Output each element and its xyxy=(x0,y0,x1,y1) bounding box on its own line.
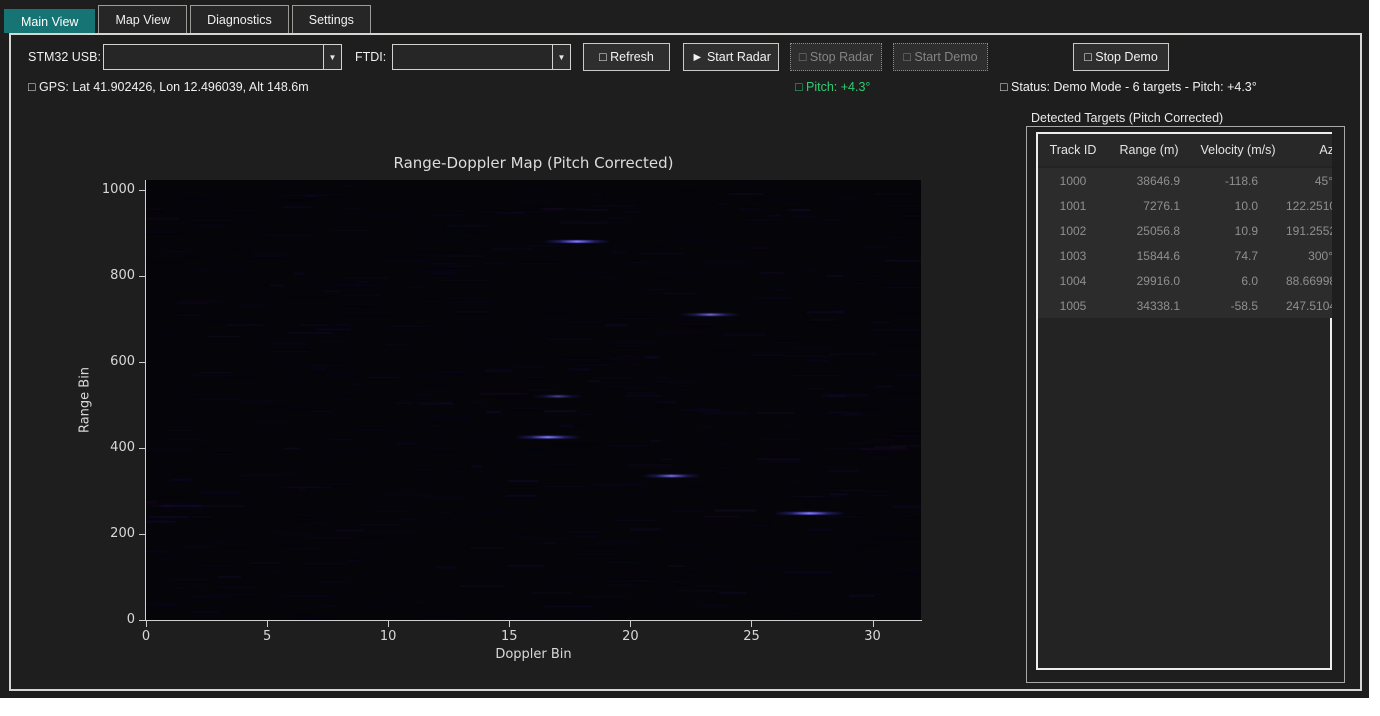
table-cell: 6.0 xyxy=(1190,274,1286,288)
table-cell: 122.2510 xyxy=(1286,199,1332,213)
x-tick-label: 10 xyxy=(368,629,408,644)
column-header-velocity[interactable]: Velocity (m/s) xyxy=(1190,143,1286,157)
table-row[interactable]: 100429916.06.088.66998 xyxy=(1038,268,1332,293)
app-window: Main View Map View Diagnostics Settings … xyxy=(0,0,1369,698)
tab-main-view[interactable]: Main View xyxy=(4,9,95,33)
targets-table[interactable]: Track ID Range (m) Velocity (m/s) Azimut… xyxy=(1036,132,1332,670)
y-axis-spine xyxy=(145,180,146,621)
table-row[interactable]: 10017276.110.0122.2510 xyxy=(1038,193,1332,218)
column-header-track-id[interactable]: Track ID xyxy=(1038,143,1108,157)
tab-map-view[interactable]: Map View xyxy=(98,5,187,33)
table-cell: 10.0 xyxy=(1190,199,1286,213)
y-tick-mark xyxy=(139,276,145,277)
y-tick-mark xyxy=(139,534,145,535)
demo-status-text: □ Status: Demo Mode - 6 targets - Pitch:… xyxy=(1000,80,1257,94)
y-axis-label: Range Bin xyxy=(78,367,93,433)
table-row[interactable]: 100038646.9-118.645° xyxy=(1038,168,1332,193)
gps-status-text: □ GPS: Lat 41.902426, Lon 12.496039, Alt… xyxy=(28,80,309,94)
stop-radar-button[interactable]: □ Stop Radar xyxy=(790,43,882,71)
x-tick-label: 15 xyxy=(489,629,529,644)
table-row[interactable]: 100534338.1-58.5247.5104 xyxy=(1038,293,1332,318)
ftdi-label: FTDI: xyxy=(355,50,386,64)
chart-title: Range-Doppler Map (Pitch Corrected) xyxy=(146,154,921,172)
range-doppler-heatmap[interactable] xyxy=(146,180,921,620)
x-tick-mark xyxy=(751,621,752,627)
table-row[interactable]: 100225056.810.9191.2552 xyxy=(1038,218,1332,243)
table-cell: 38646.9 xyxy=(1108,174,1190,188)
table-cell: 300° xyxy=(1286,249,1332,263)
table-row[interactable]: 100315844.674.7300° xyxy=(1038,243,1332,268)
table-cell: 34338.1 xyxy=(1108,299,1190,313)
stm32-usb-combobox[interactable]: ▼ xyxy=(103,44,342,70)
table-cell: 10.9 xyxy=(1190,224,1286,238)
table-cell: 1001 xyxy=(1038,199,1108,213)
x-tick-label: 30 xyxy=(853,629,893,644)
tab-bar: Main View Map View Diagnostics Settings xyxy=(4,5,371,33)
chevron-down-icon[interactable]: ▼ xyxy=(552,45,570,69)
table-cell: 191.2552 xyxy=(1286,224,1332,238)
column-header-range[interactable]: Range (m) xyxy=(1108,143,1190,157)
table-cell: 1002 xyxy=(1038,224,1108,238)
x-tick-mark xyxy=(630,621,631,627)
heatmap-canvas xyxy=(146,180,921,620)
x-axis-spine xyxy=(145,620,922,621)
table-cell: 29916.0 xyxy=(1108,274,1190,288)
targets-group-title: Detected Targets (Pitch Corrected) xyxy=(1031,111,1223,125)
targets-table-header: Track ID Range (m) Velocity (m/s) Azimut… xyxy=(1038,134,1332,166)
x-tick-mark xyxy=(267,621,268,627)
y-tick-label: 1000 xyxy=(60,182,135,197)
table-cell: 15844.6 xyxy=(1108,249,1190,263)
table-cell: 25056.8 xyxy=(1108,224,1190,238)
tab-diagnostics[interactable]: Diagnostics xyxy=(190,5,289,33)
y-tick-mark xyxy=(139,448,145,449)
y-tick-mark xyxy=(139,362,145,363)
pitch-indicator: □ Pitch: +4.3° xyxy=(795,80,870,94)
y-tick-label: 200 xyxy=(60,526,135,541)
x-tick-label: 0 xyxy=(126,629,166,644)
x-axis-label: Doppler Bin xyxy=(146,647,921,662)
table-cell: 1004 xyxy=(1038,274,1108,288)
x-tick-label: 20 xyxy=(610,629,650,644)
table-cell: 1003 xyxy=(1038,249,1108,263)
ftdi-combobox[interactable]: ▼ xyxy=(392,44,571,70)
x-tick-label: 25 xyxy=(731,629,771,644)
table-cell: -118.6 xyxy=(1190,174,1286,188)
x-tick-label: 5 xyxy=(247,629,287,644)
table-cell: 74.7 xyxy=(1190,249,1286,263)
start-demo-button[interactable]: □ Start Demo xyxy=(893,43,988,71)
x-tick-mark xyxy=(146,621,147,627)
chevron-down-icon[interactable]: ▼ xyxy=(323,45,341,69)
y-tick-label: 400 xyxy=(60,440,135,455)
x-tick-mark xyxy=(873,621,874,627)
y-tick-label: 600 xyxy=(60,354,135,369)
y-tick-label: 800 xyxy=(60,268,135,283)
x-tick-mark xyxy=(388,621,389,627)
table-cell: 45° xyxy=(1286,174,1332,188)
table-scrollbar[interactable] xyxy=(1330,318,1332,668)
tab-settings[interactable]: Settings xyxy=(292,5,371,33)
refresh-button[interactable]: □ Refresh xyxy=(583,43,670,71)
table-cell: 1005 xyxy=(1038,299,1108,313)
x-tick-mark xyxy=(509,621,510,627)
start-radar-button[interactable]: ► Start Radar xyxy=(683,43,779,71)
table-cell: 7276.1 xyxy=(1108,199,1190,213)
stm32-usb-label: STM32 USB: xyxy=(28,50,101,64)
column-header-azimuth[interactable]: Azimuth xyxy=(1286,143,1332,157)
y-tick-mark xyxy=(139,620,145,621)
table-cell: 88.66998 xyxy=(1286,274,1332,288)
y-tick-label: 0 xyxy=(60,612,135,627)
table-cell: -58.5 xyxy=(1190,299,1286,313)
table-cell: 247.5104 xyxy=(1286,299,1332,313)
stop-demo-button[interactable]: □ Stop Demo xyxy=(1073,43,1169,71)
y-tick-mark xyxy=(139,190,145,191)
ftdi-combobox-value xyxy=(393,45,552,69)
table-cell: 1000 xyxy=(1038,174,1108,188)
stm32-usb-combobox-value xyxy=(104,45,323,69)
